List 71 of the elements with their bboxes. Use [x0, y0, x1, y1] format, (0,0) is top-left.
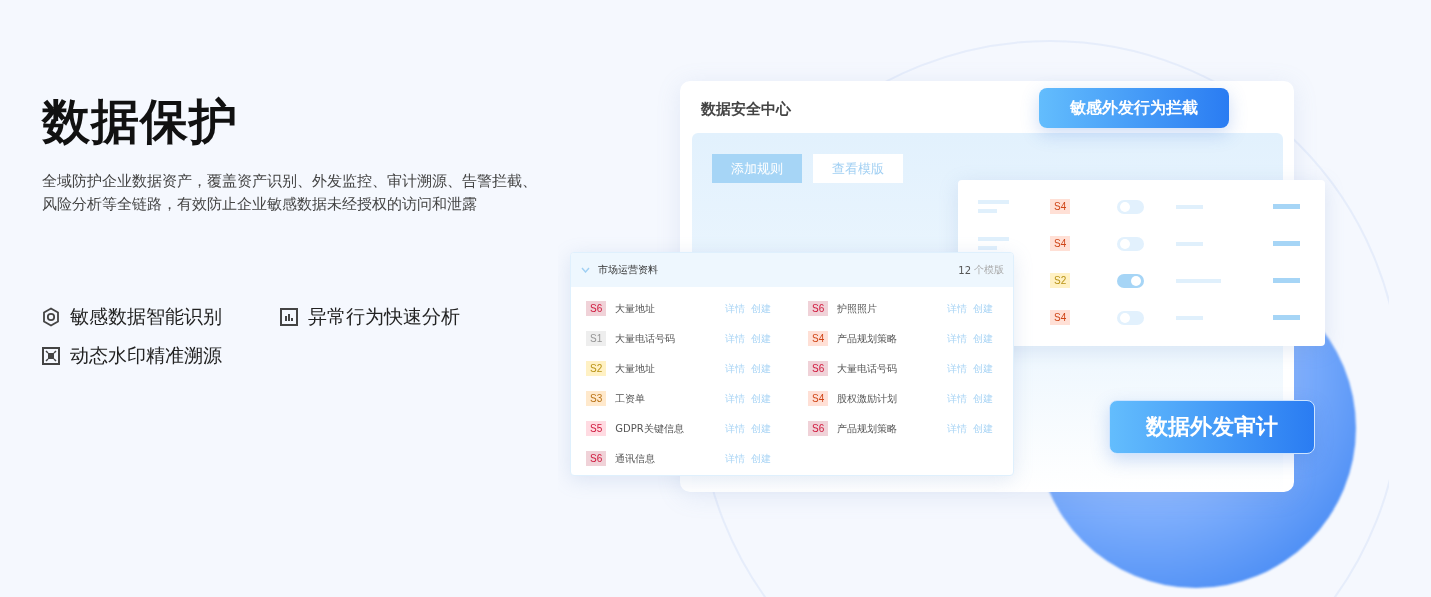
feature-label: 动态水印精准溯源 [70, 343, 222, 368]
item-name: 大量电话号码 [615, 331, 677, 346]
level-tag: S5 [586, 421, 607, 436]
item-name: GDPR关键信息 [615, 421, 685, 436]
action-link[interactable]: 创建 [973, 301, 994, 316]
action-link[interactable]: 详情 [725, 421, 746, 436]
page-title: 数据保护 [42, 92, 239, 151]
toggle-switch[interactable] [1117, 236, 1145, 251]
action-link[interactable]: 创建 [973, 421, 994, 436]
feature-badge: 敏感外发行为拦截 [1039, 88, 1229, 128]
feature-badge: 数据外发审计 [1109, 400, 1315, 454]
level-tag: S4 [808, 331, 829, 346]
action-link[interactable]: 创建 [751, 361, 772, 376]
action-link[interactable]: 创建 [751, 391, 772, 406]
action-link[interactable]: 详情 [725, 451, 746, 466]
action-link[interactable]: 创建 [973, 391, 994, 406]
placeholder-lines [978, 237, 1009, 250]
level-tag: S4 [1050, 199, 1071, 214]
level-tag: S2 [1050, 273, 1071, 288]
toggle-switch[interactable] [1117, 273, 1145, 288]
item-name: 护照照片 [837, 301, 879, 316]
description: 全域防护企业数据资产，覆盖资产识别、外发监控、审计溯源、告警拦截、风险分析等全链路，有效防止企业敏感数据未经授权的访问和泄露 [42, 171, 538, 215]
action-link[interactable]: 详情 [725, 331, 746, 346]
panel-title: 数据安全中心 [701, 99, 791, 119]
level-tag: S4 [808, 391, 829, 406]
action-link[interactable]: 创建 [973, 331, 994, 346]
template-count: 12 [958, 264, 971, 276]
toggle-switch[interactable] [1117, 199, 1145, 214]
frame-icon [42, 346, 60, 365]
action-link[interactable]: 创建 [751, 421, 772, 436]
placeholder-lines [978, 200, 1009, 213]
action-link[interactable]: 详情 [947, 391, 968, 406]
level-tag: S4 [1050, 310, 1071, 325]
action-link[interactable]: 详情 [725, 391, 746, 406]
item-name: 大量地址 [615, 361, 657, 376]
level-tag: S4 [1050, 236, 1071, 251]
item-name: 产品规划策略 [837, 331, 899, 346]
item-name: 工资单 [615, 391, 647, 406]
item-name: 大量电话号码 [837, 361, 899, 376]
action-link[interactable]: 创建 [751, 451, 772, 466]
level-tag: S6 [808, 421, 829, 436]
action-link[interactable]: 详情 [947, 421, 968, 436]
action-link[interactable]: 创建 [751, 331, 772, 346]
feature-label: 敏感数据智能识别 [70, 304, 222, 329]
list-title: 市场运营资料 [598, 263, 658, 277]
feature-label: 异常行为快速分析 [308, 304, 460, 329]
action-link[interactable]: 详情 [725, 301, 746, 316]
hexagon-icon [42, 306, 60, 327]
count-unit: 个模版 [974, 263, 1004, 277]
action-link[interactable]: 创建 [973, 361, 994, 376]
rule-button[interactable]: 查看模版 [813, 154, 903, 183]
rule-button[interactable]: 添加规则 [712, 154, 802, 183]
level-tag: S6 [808, 361, 829, 376]
level-tag: S6 [586, 451, 607, 466]
chart-icon [280, 307, 298, 326]
action-link[interactable]: 详情 [725, 361, 746, 376]
item-name: 大量地址 [615, 301, 657, 316]
level-tag: S2 [586, 361, 607, 376]
action-link[interactable]: 详情 [947, 301, 968, 316]
level-tag: S6 [808, 301, 829, 316]
action-link[interactable]: 创建 [751, 301, 772, 316]
item-name: 产品规划策略 [837, 421, 899, 436]
level-tag: S1 [586, 331, 607, 346]
action-link[interactable]: 详情 [947, 361, 968, 376]
level-tag: S6 [586, 301, 607, 316]
action-link[interactable]: 详情 [947, 331, 968, 346]
item-name: 通讯信息 [615, 451, 657, 466]
level-tag: S3 [586, 391, 607, 406]
toggle-switch[interactable] [1117, 310, 1145, 325]
chevron-icon[interactable] [581, 267, 590, 273]
item-name: 股权激励计划 [837, 391, 899, 406]
